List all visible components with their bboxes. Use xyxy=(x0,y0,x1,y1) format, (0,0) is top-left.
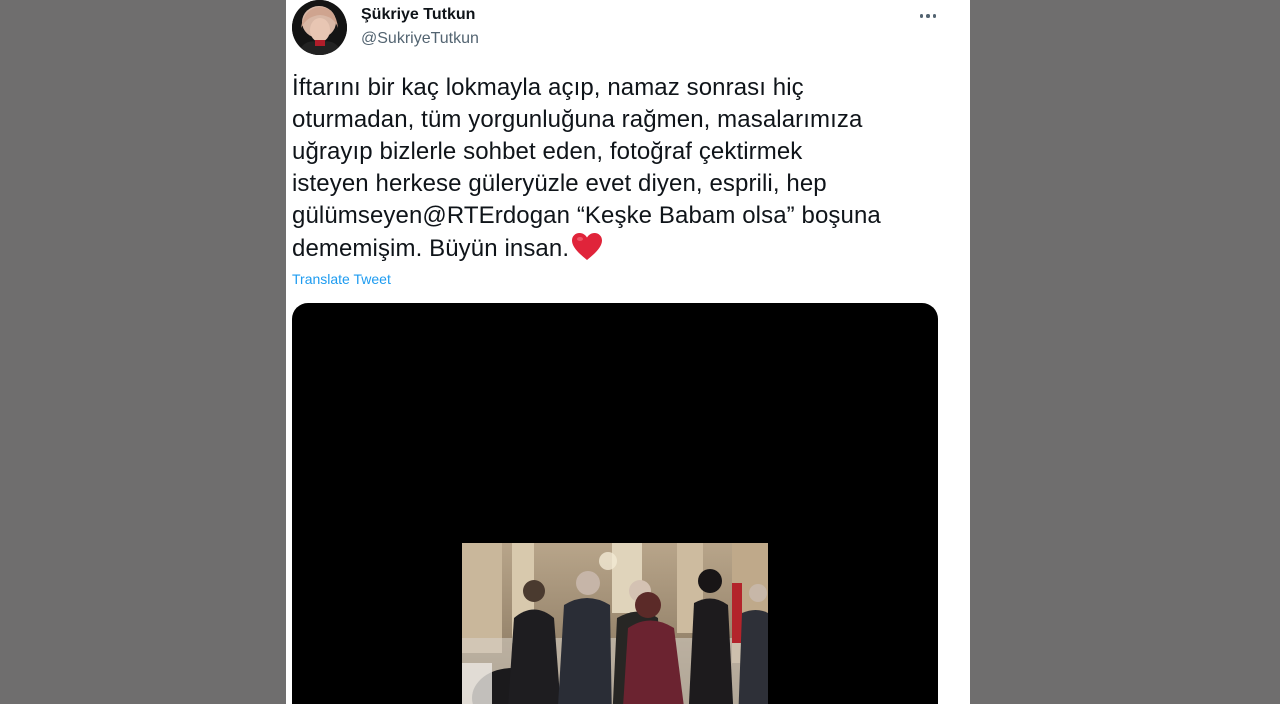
video-scene-image xyxy=(462,543,768,704)
tweet-text-end: dememişim. Büyün insan. xyxy=(292,235,570,262)
author-name[interactable]: Şükriye Tutkun xyxy=(361,6,475,24)
avatar-image xyxy=(292,0,347,55)
tweet-text-line: İftarını bir kaç lokmayla açıp, namaz so… xyxy=(292,74,804,101)
dot-icon xyxy=(932,14,937,18)
page-backdrop: Şükriye Tutkun @SukriyeTutkun İftarını b… xyxy=(0,0,1280,704)
red-heart-icon xyxy=(571,232,603,271)
tweet-text-line: gülümseyen@RTErdogan “Keşke Babam olsa” … xyxy=(292,200,942,232)
tweet-text-line: uğrayıp bizlerle sohbet eden, fotoğraf ç… xyxy=(292,138,803,165)
dot-icon xyxy=(926,14,930,18)
more-options-button[interactable] xyxy=(916,6,940,26)
tweet-text-line: oturmadan, tüm yorgunluğuna rağmen, masa… xyxy=(292,106,863,133)
tweet-video[interactable] xyxy=(292,303,938,704)
tweet-text: İftarını bir kaç lokmayla açıp, namaz so… xyxy=(292,72,942,271)
video-thumbnail xyxy=(462,543,768,704)
translate-tweet-link[interactable]: Translate Tweet xyxy=(292,271,391,287)
tweet-text-line: isteyen herkese güleryüzle evet diyen, e… xyxy=(292,170,827,197)
tweet-card: Şükriye Tutkun @SukriyeTutkun İftarını b… xyxy=(286,0,970,704)
mention-text: gülümseyen@RTErdogan “Keşke Babam olsa” … xyxy=(292,202,881,229)
tweet-text-line: dememişim. Büyün insan. xyxy=(292,232,942,271)
author-handle[interactable]: @SukriyeTutkun xyxy=(361,30,479,48)
avatar[interactable] xyxy=(292,0,347,55)
dot-icon xyxy=(919,14,924,18)
